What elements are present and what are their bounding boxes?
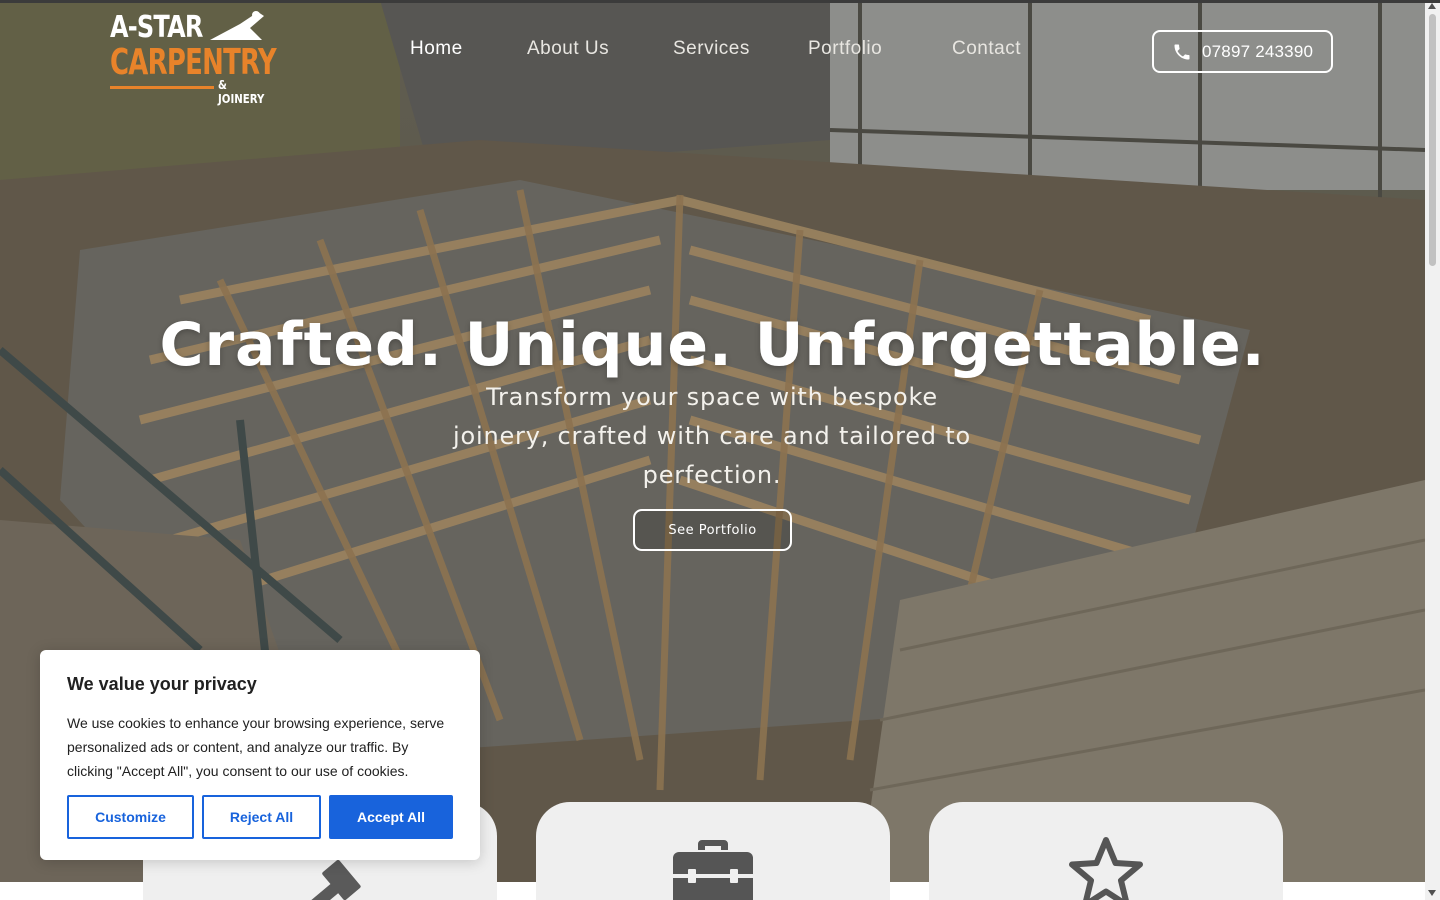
nav-portfolio[interactable]: Portfolio [808, 38, 882, 60]
logo-line-3: & JOINERY [218, 78, 265, 106]
logo-line-1: A-STAR [110, 10, 203, 45]
service-card-2[interactable] [536, 802, 890, 900]
scroll-up-arrow-icon[interactable] [1428, 3, 1436, 9]
toolbox-icon [673, 840, 753, 900]
nav-about-us[interactable]: About Us [527, 38, 609, 60]
cookie-title: We value your privacy [67, 674, 257, 694]
page-scrollbar[interactable] [1425, 0, 1440, 900]
reject-all-button[interactable]: Reject All [202, 795, 321, 839]
hero-subline: Transform your space with bespoke joiner… [453, 383, 971, 489]
hero-headline: Crafted. Unique. Unforgettable. [159, 310, 1266, 380]
logo-underline [110, 86, 214, 89]
cookie-buttons: Customize Reject All Accept All [67, 795, 453, 839]
cookie-body: We use cookies to enhance your browsing … [67, 715, 445, 779]
nav-contact[interactable]: Contact [952, 38, 1021, 60]
scroll-down-arrow-icon[interactable] [1428, 890, 1436, 896]
plane-tool-icon [210, 11, 264, 40]
scrollbar-thumb[interactable] [1429, 14, 1436, 266]
logo-line-2: CARPENTRY [110, 42, 277, 83]
star-icon [1069, 837, 1143, 900]
accept-all-button[interactable]: Accept All [329, 795, 453, 839]
customize-button[interactable]: Customize [67, 795, 194, 839]
service-card-3[interactable] [929, 802, 1283, 900]
phone-button[interactable]: 07897 243390 [1152, 30, 1333, 73]
nav-services[interactable]: Services [673, 38, 750, 60]
cookie-consent-banner: We value your privacy We use cookies to … [40, 650, 480, 860]
see-portfolio-button[interactable]: See Portfolio [633, 509, 792, 551]
top-border [0, 0, 1440, 3]
hammer-icon [290, 859, 361, 900]
phone-number: 07897 243390 [1202, 41, 1314, 61]
site-logo[interactable]: A-STAR CARPENTRY & JOINERY [108, 6, 280, 106]
phone-icon [1174, 44, 1190, 59]
nav-home[interactable]: Home [410, 38, 463, 60]
